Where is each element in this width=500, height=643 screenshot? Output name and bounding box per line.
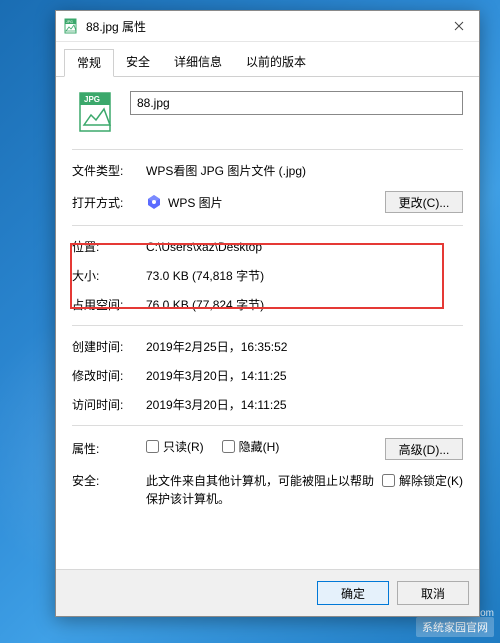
- location-label: 位置:: [72, 238, 146, 255]
- file-type-value: WPS看图 JPG 图片文件 (.jpg): [146, 162, 463, 179]
- file-type-label: 文件类型:: [72, 162, 146, 179]
- file-large-icon: JPG: [76, 91, 118, 133]
- filename-input[interactable]: 88.jpg: [130, 91, 463, 115]
- modified-label: 修改时间:: [72, 367, 146, 384]
- wps-app-icon: [146, 194, 162, 210]
- window-title: 88.jpg 属性: [86, 18, 439, 35]
- open-with-app: WPS 图片: [168, 194, 223, 211]
- size-value: 73.0 KB (74,818 字节): [146, 267, 463, 284]
- svg-text:JPG: JPG: [84, 95, 100, 104]
- ok-button[interactable]: 确定: [317, 581, 389, 605]
- properties-dialog: JPG 88.jpg 属性 常规 安全 详细信息 以前的版本 JPG 88.jp…: [55, 10, 480, 617]
- tab-details[interactable]: 详细信息: [162, 49, 234, 77]
- size-on-disk-label: 占用空间:: [72, 296, 146, 313]
- cancel-button[interactable]: 取消: [397, 581, 469, 605]
- divider: [72, 149, 463, 150]
- close-button[interactable]: [439, 11, 479, 41]
- tab-previous-versions[interactable]: 以前的版本: [234, 49, 318, 77]
- readonly-checkbox[interactable]: 只读(R): [146, 438, 204, 455]
- change-app-button[interactable]: 更改(C)...: [385, 191, 463, 213]
- created-value: 2019年2月25日，16:35:52: [146, 338, 463, 355]
- titlebar: JPG 88.jpg 属性: [56, 11, 479, 42]
- readonly-text: 只读(R): [163, 438, 204, 455]
- divider: [72, 225, 463, 226]
- open-with-label: 打开方式:: [72, 194, 146, 211]
- tab-strip: 常规 安全 详细信息 以前的版本: [56, 42, 479, 77]
- unblock-checkbox[interactable]: 解除锁定(K): [382, 472, 463, 489]
- attributes-label: 属性:: [72, 438, 146, 457]
- tab-general[interactable]: 常规: [64, 49, 114, 77]
- accessed-value: 2019年3月20日，14:11:25: [146, 396, 463, 413]
- tab-security[interactable]: 安全: [114, 49, 162, 77]
- advanced-button[interactable]: 高级(D)...: [385, 438, 463, 460]
- security-text: 此文件来自其他计算机，可能被阻止以帮助保护该计算机。: [146, 472, 382, 508]
- created-label: 创建时间:: [72, 338, 146, 355]
- size-label: 大小:: [72, 267, 146, 284]
- readonly-input[interactable]: [146, 440, 159, 453]
- hidden-input[interactable]: [222, 440, 235, 453]
- security-label: 安全:: [72, 472, 146, 489]
- desktop-background: hnzkhbsb.com 系统家园官网 JPG 88.jpg 属性 常规 安全 …: [0, 0, 500, 643]
- watermark: 系统家园官网: [416, 617, 494, 637]
- accessed-label: 访问时间:: [72, 396, 146, 413]
- unblock-input[interactable]: [382, 474, 395, 487]
- size-on-disk-value: 76.0 KB (77,824 字节): [146, 296, 463, 313]
- location-value: C:\Users\xaz\Desktop: [146, 240, 463, 254]
- divider: [72, 325, 463, 326]
- modified-value: 2019年3月20日，14:11:25: [146, 367, 463, 384]
- jpg-badge-text: JPG: [66, 20, 73, 24]
- dialog-footer: 确定 取消: [56, 569, 479, 616]
- hidden-text: 隐藏(H): [239, 438, 280, 455]
- unblock-text: 解除锁定(K): [399, 472, 463, 489]
- dialog-body: JPG 88.jpg 文件类型: WPS看图 JPG 图片文件 (.jpg) 打…: [56, 77, 479, 597]
- close-icon: [454, 21, 464, 31]
- hidden-checkbox[interactable]: 隐藏(H): [222, 438, 280, 455]
- jpg-file-icon: JPG: [64, 18, 80, 34]
- divider: [72, 425, 463, 426]
